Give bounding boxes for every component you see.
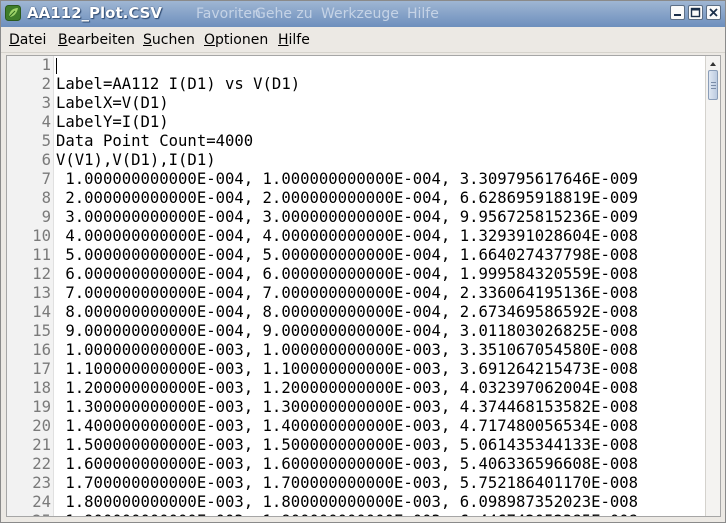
line-text: LabelY=I(D1) [56,113,169,131]
menu-bar: Datei Bearbeiten Suchen Optionen Hilfe [1,28,725,53]
menu-suchen[interactable]: Suchen [143,32,195,48]
line-text: 1.700000000000E-003, 1.700000000000E-003… [56,474,639,492]
line-text: 1.200000000000E-003, 1.200000000000E-003… [56,379,639,397]
line-number: 12 [32,265,51,283]
scroll-up-arrow[interactable] [706,56,720,70]
line-number: 10 [32,227,51,245]
line-number: 5 [41,132,51,150]
line-number: 25 [7,512,51,516]
app-window: AA112_Plot.CSV Favoriten Gehe zu Werkzeu… [0,0,726,523]
close-button[interactable] [706,5,721,20]
line-number: 16 [32,341,51,359]
ghost-menu-tools: Werkzeuge [321,6,399,22]
leaf-icon [5,5,21,21]
window-title: AA112_Plot.CSV [27,4,163,22]
ghost-menu-goto: Gehe zu [255,6,313,22]
line-number: 4 [41,113,51,131]
line-text: Data Point Count=4000 [56,132,254,150]
menu-optionen[interactable]: Optionen [204,32,268,48]
line-text: 7.000000000000E-004, 7.000000000000E-004… [56,284,639,302]
line-number: 13 [32,284,51,302]
line-number: 15 [32,322,51,340]
chevron-up-icon [710,62,716,66]
line-number: 7 [41,170,51,188]
text-cursor [56,58,57,74]
line-number: 6 [41,151,51,169]
line-text: 1.400000000000E-003, 1.400000000000E-003… [56,417,639,435]
menu-hilfe[interactable]: Hilfe [278,32,310,48]
line-text: 8.000000000000E-004, 8.000000000000E-004… [56,303,639,321]
line-number: 22 [32,455,51,473]
line-text: 4.000000000000E-004, 4.000000000000E-004… [56,227,639,245]
maximize-button[interactable] [688,5,703,20]
line-number: 1 [41,56,51,74]
line-number: 9 [41,208,51,226]
line-text: V(V1),V(D1),I(D1) [56,151,216,169]
line-text: Label=AA112 I(D1) vs V(D1) [56,75,301,93]
minimize-icon [674,14,681,16]
line-text: 1.100000000000E-003, 1.100000000000E-003… [56,360,639,378]
minimize-button[interactable] [670,5,685,20]
line-number: 19 [32,398,51,416]
text-editor[interactable]: 1 2 Label=AA112 I(D1) vs V(D1) 3 LabelX=V(D1… [6,55,721,517]
title-bar[interactable]: AA112_Plot.CSV Favoriten Gehe zu Werkzeu… [1,1,725,27]
grip-line [711,82,716,83]
line-number: 21 [32,436,51,454]
line-text: 1.500000000000E-003, 1.500000000000E-003… [56,436,639,454]
scroll-thumb[interactable] [708,70,718,100]
vertical-scrollbar[interactable] [705,56,720,516]
line-number: 24 [32,493,51,511]
menu-datei[interactable]: Datei [9,32,46,48]
line-number: 23 [32,474,51,492]
line-text: 1.600000000000E-003, 1.600000000000E-003… [56,455,639,473]
line-number: 11 [32,246,51,264]
line-text: 1.000000000000E-004, 1.000000000000E-004… [56,170,639,188]
line-number: 2 [41,75,51,93]
maximize-icon [690,7,701,18]
line-text: 1.300000000000E-003, 1.300000000000E-003… [56,398,639,416]
line-text: 1.900000000000E-003, 1.900000000000E-003… [56,512,638,516]
line-number: 8 [41,189,51,207]
line-number: 20 [32,417,51,435]
line-text: 3.000000000000E-004, 3.000000000000E-004… [56,208,639,226]
line-number: 3 [41,94,51,112]
line-number: 14 [32,303,51,321]
line-text: LabelX=V(D1) [56,94,169,112]
grip-line [711,88,716,89]
grip-line [711,85,716,86]
line-number: 17 [32,360,51,378]
line-text: 1.800000000000E-003, 1.800000000000E-003… [56,493,639,511]
line-text: 9.000000000000E-004, 9.000000000000E-004… [56,322,639,340]
line-text: 1.000000000000E-003, 1.000000000000E-003… [56,341,639,359]
ghost-menu-help: Hilfe [407,6,439,22]
line-number: 18 [32,379,51,397]
line-text: 6.000000000000E-004, 6.000000000000E-004… [56,265,639,283]
menu-bearbeiten[interactable]: Bearbeiten [58,32,135,48]
ghost-menu-favorites: Favoriten [196,6,261,22]
line-text: 2.000000000000E-004, 2.000000000000E-004… [56,189,639,207]
close-icon [709,8,718,17]
line-text: 5.000000000000E-004, 5.000000000000E-004… [56,246,639,264]
